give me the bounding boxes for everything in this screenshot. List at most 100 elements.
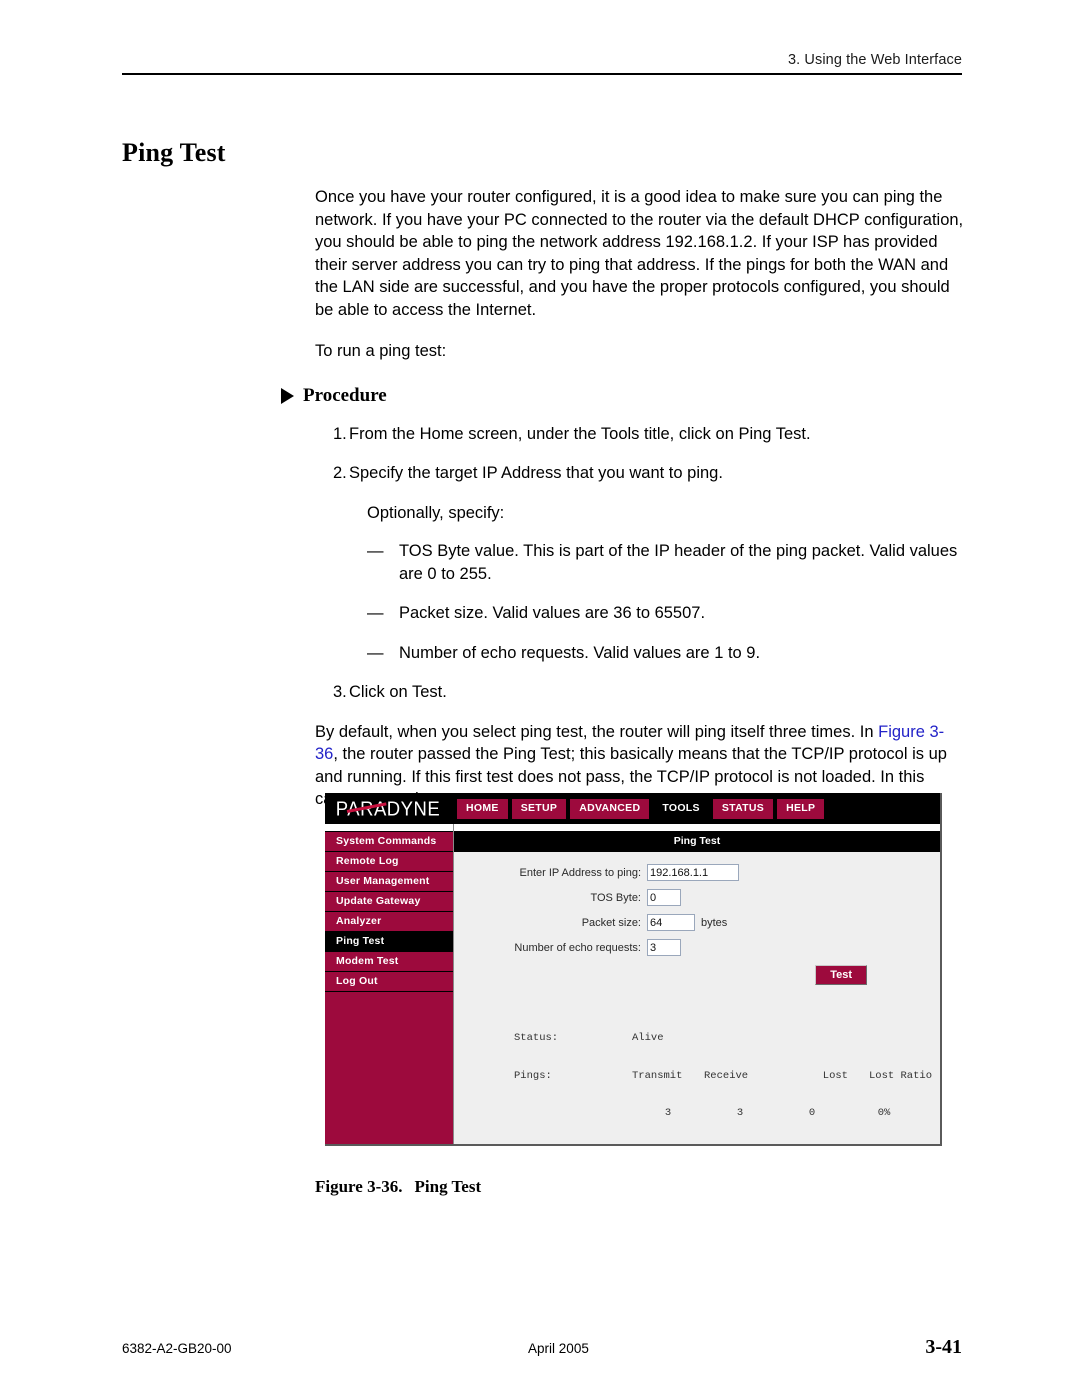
strip-right [453, 824, 940, 831]
list-item: 3. Click on Test. [315, 681, 965, 704]
result-row-pings-headers: Pings: Transmit Receive Lost Lost Ratio [514, 1070, 940, 1083]
footer-page-number: 3-41 [925, 1336, 962, 1358]
pings-header-receive: Receive [704, 1069, 749, 1082]
step-text: Specify the target IP Address that you w… [349, 464, 723, 482]
content-page-title: Ping Test [454, 831, 940, 852]
result-row-delay-headers: Roundtrip Delay(ms): Minimum Maximum Ave… [514, 1145, 940, 1147]
result-row-pings-values: 3 3 0 0% [514, 1107, 940, 1120]
ping-results: Status: Alive Pings: Transmit Receive Lo… [514, 1007, 940, 1147]
sidebar-item-system-commands[interactable]: System Commands [325, 832, 453, 852]
list-item: — Number of echo requests. Valid values … [367, 642, 965, 665]
test-button[interactable]: Test [815, 965, 867, 985]
footer-date: April 2005 [528, 1341, 589, 1356]
nav-tab-setup[interactable]: SETUP [511, 798, 567, 819]
packet-size-row: Packet size: bytes [454, 914, 940, 931]
pings-values-spacer [514, 1107, 632, 1120]
delay-header-average: Average [776, 1145, 848, 1147]
nav-tab-help[interactable]: HELP [777, 798, 825, 819]
step-text: Click on Test. [349, 683, 447, 701]
nav-tab-advanced[interactable]: ADVANCED [570, 798, 650, 819]
ui-body: System Commands Remote Log User Manageme… [325, 831, 940, 1144]
sidebar-item-ping-test[interactable]: Ping Test [325, 932, 453, 952]
chapter-label: 3. Using the Web Interface [787, 52, 962, 68]
ui-separator-strip [325, 824, 940, 831]
dash-marker: — [367, 604, 384, 622]
tos-byte-input[interactable] [647, 889, 681, 906]
sidebar-item-update-gateway[interactable]: Update Gateway [325, 892, 453, 912]
sidebar-item-user-management[interactable]: User Management [325, 872, 453, 892]
ui-content-pane: Ping Test Enter IP Address to ping: TOS … [453, 831, 940, 1144]
optional-item-text: Number of echo requests. Valid values ar… [399, 643, 761, 662]
echo-requests-label: Number of echo requests: [514, 941, 641, 954]
echo-requests-row: Number of echo requests: [454, 939, 940, 956]
body-column: Once you have your router configured, it… [281, 186, 965, 830]
pings-value-receive: 3 [736, 1107, 744, 1119]
ip-address-input[interactable] [647, 864, 739, 881]
delay-header-stddev: StdDev [848, 1145, 924, 1147]
pings-value-transmit: 3 [664, 1107, 672, 1119]
figure-caption: Figure 3-36. Ping Test [315, 1177, 481, 1197]
procedure-heading: Procedure [281, 385, 965, 407]
echo-requests-input[interactable] [647, 939, 681, 956]
optional-intro: Optionally, specify: [367, 503, 505, 522]
ip-address-row: Enter IP Address to ping: [454, 864, 940, 881]
pings-header-lost: Lost [822, 1069, 848, 1082]
ui-sidebar: System Commands Remote Log User Manageme… [325, 831, 453, 1144]
nav-tab-home[interactable]: HOME [457, 798, 508, 819]
lead-in-text: To run a ping test: [315, 342, 447, 360]
figure-caption-text: Ping Test [414, 1177, 482, 1196]
page-footer: 6382-A2-GB20-00 April 2005 3-41 [122, 1336, 962, 1359]
list-item: — TOS Byte value. This is part of the IP… [367, 540, 965, 585]
sidebar-item-log-out[interactable]: Log Out [325, 972, 453, 992]
list-item: — Packet size. Valid values are 36 to 65… [367, 602, 965, 625]
optional-item-text: Packet size. Valid values are 36 to 6550… [399, 604, 706, 622]
test-button-row: Test [454, 965, 940, 985]
page-header: 3. Using the Web Interface [122, 52, 962, 75]
delay-header-minimum: Minimum [632, 1145, 704, 1147]
ui-nav-buttons: HOME SETUP ADVANCED TOOLS STATUS HELP [457, 798, 825, 819]
ui-navbar: PARADYNE HOME SETUP ADVANCED TOOLS STATU… [325, 793, 940, 824]
pings-value-lost: 0 [808, 1107, 816, 1119]
tos-byte-row: TOS Byte: [454, 889, 940, 906]
delay-header-maximum: Maximum [704, 1145, 776, 1147]
page-title: Ping Test [122, 138, 226, 167]
closing-text-part1: By default, when you select ping test, t… [315, 722, 879, 741]
step-number: 1. [333, 424, 347, 443]
result-row-status: Status: Alive [514, 1032, 940, 1045]
ip-address-label: Enter IP Address to ping: [519, 866, 641, 879]
footer-document-number: 6382-A2-GB20-00 [122, 1341, 232, 1356]
sidebar-item-analyzer[interactable]: Analyzer [325, 912, 453, 932]
sidebar-item-remote-log[interactable]: Remote Log [325, 852, 453, 872]
ping-test-form: Enter IP Address to ping: TOS Byte: Pack… [454, 852, 940, 1147]
procedure-label: Procedure [303, 384, 387, 406]
intro-paragraph: Once you have your router configured, it… [315, 188, 964, 319]
dash-marker: — [367, 643, 384, 662]
paradyne-logo: PARADYNE [329, 795, 447, 822]
packet-size-label: Packet size: [581, 916, 641, 929]
pings-header-transmit: Transmit [632, 1069, 683, 1082]
nav-tab-tools[interactable]: TOOLS [653, 798, 709, 819]
list-item: 2. Specify the target IP Address that yo… [315, 462, 965, 485]
pings-header-lost-ratio: Lost Ratio [868, 1069, 932, 1082]
procedure-steps: 1. From the Home screen, under the Tools… [315, 423, 965, 704]
packet-size-unit: bytes [701, 916, 728, 929]
triangle-right-icon [281, 387, 294, 404]
tos-byte-label: TOS Byte: [590, 891, 641, 904]
list-item: 1. From the Home screen, under the Tools… [315, 423, 965, 446]
router-web-ui: PARADYNE HOME SETUP ADVANCED TOOLS STATU… [325, 793, 942, 1146]
status-value: Alive [632, 1032, 664, 1044]
status-label: Status: [514, 1032, 559, 1044]
delay-label: Roundtrip Delay(ms): [514, 1145, 632, 1147]
nav-tab-status[interactable]: STATUS [712, 798, 774, 819]
sidebar-item-modem-test[interactable]: Modem Test [325, 952, 453, 972]
packet-size-input[interactable] [647, 914, 695, 931]
strip-left [325, 824, 453, 831]
step-number: 3. [333, 683, 347, 701]
figure-caption-number: Figure 3-36. [315, 1177, 403, 1196]
pings-value-lost-ratio: 0% [877, 1107, 891, 1119]
step-number: 2. [333, 464, 347, 482]
optional-item-text: TOS Byte value. This is part of the IP h… [399, 542, 958, 583]
pings-label: Pings: [514, 1069, 552, 1082]
header-rule [122, 73, 962, 75]
dash-marker: — [367, 542, 384, 560]
